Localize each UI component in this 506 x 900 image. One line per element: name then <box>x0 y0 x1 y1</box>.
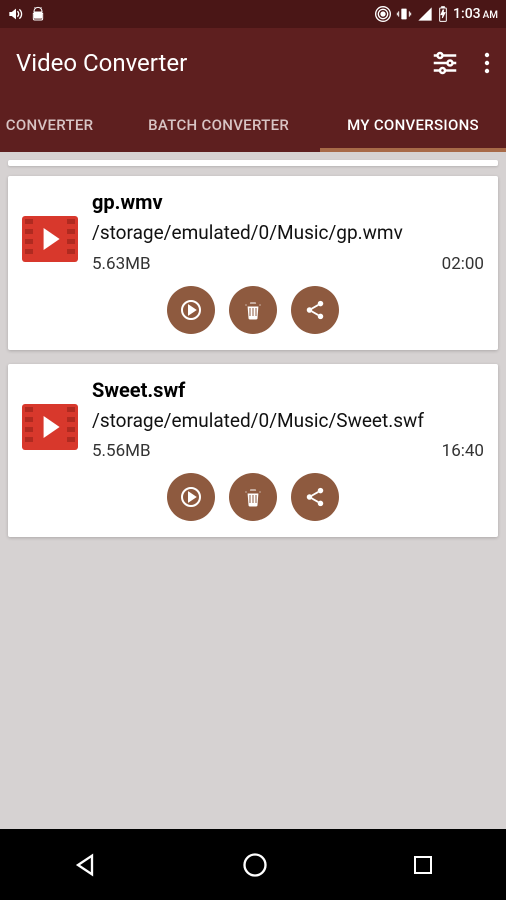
file-path: /storage/emulated/0/Music/Sweet.swf <box>92 408 484 434</box>
signal-icon <box>417 6 433 22</box>
play-button[interactable] <box>167 286 215 334</box>
vibrate-icon <box>395 6 413 22</box>
android-icon <box>30 6 46 22</box>
clock-ampm: AM <box>483 10 498 21</box>
play-button[interactable] <box>167 473 215 521</box>
volume-icon <box>8 6 24 22</box>
share-button[interactable] <box>291 473 339 521</box>
tabs: CONVERTER BATCH CONVERTER MY CONVERSIONS <box>0 98 506 152</box>
conversion-card: Sweet.swf /storage/emulated/0/Music/Swee… <box>8 364 498 538</box>
file-name: Sweet.swf <box>92 378 484 402</box>
cast-icon <box>375 6 391 22</box>
tab-label: CONVERTER <box>6 116 94 134</box>
file-size: 5.56MB <box>92 441 151 461</box>
video-file-icon <box>22 404 78 450</box>
tab-converter[interactable]: CONVERTER <box>0 98 117 152</box>
status-bar: 1:03 AM <box>0 0 506 28</box>
clock-time: 1:03 AM <box>453 6 498 22</box>
card-sliver <box>8 160 498 166</box>
tab-my-conversions[interactable]: MY CONVERSIONS <box>320 98 506 152</box>
battery-icon <box>437 6 449 22</box>
app-bar: Video Converter <box>0 28 506 98</box>
file-duration: 02:00 <box>442 254 484 274</box>
delete-button[interactable] <box>229 286 277 334</box>
delete-button[interactable] <box>229 473 277 521</box>
tab-batch-converter[interactable]: BATCH CONVERTER <box>117 98 320 152</box>
tab-label: MY CONVERSIONS <box>347 116 479 134</box>
content-area: gp.wmv /storage/emulated/0/Music/gp.wmv … <box>0 152 506 830</box>
file-size: 5.63MB <box>92 254 151 274</box>
system-navbar <box>0 830 506 900</box>
settings-sliders-icon[interactable] <box>430 48 460 78</box>
recent-apps-button[interactable] <box>411 853 435 877</box>
conversion-card: gp.wmv /storage/emulated/0/Music/gp.wmv … <box>8 176 498 350</box>
tab-label: BATCH CONVERTER <box>148 116 289 134</box>
overflow-menu-icon[interactable] <box>484 51 490 75</box>
file-duration: 16:40 <box>442 441 484 461</box>
app-title: Video Converter <box>16 49 430 77</box>
home-button[interactable] <box>241 851 269 879</box>
share-button[interactable] <box>291 286 339 334</box>
file-name: gp.wmv <box>92 190 484 214</box>
video-file-icon <box>22 216 78 262</box>
file-path: /storage/emulated/0/Music/gp.wmv <box>92 220 484 246</box>
back-button[interactable] <box>71 851 99 879</box>
